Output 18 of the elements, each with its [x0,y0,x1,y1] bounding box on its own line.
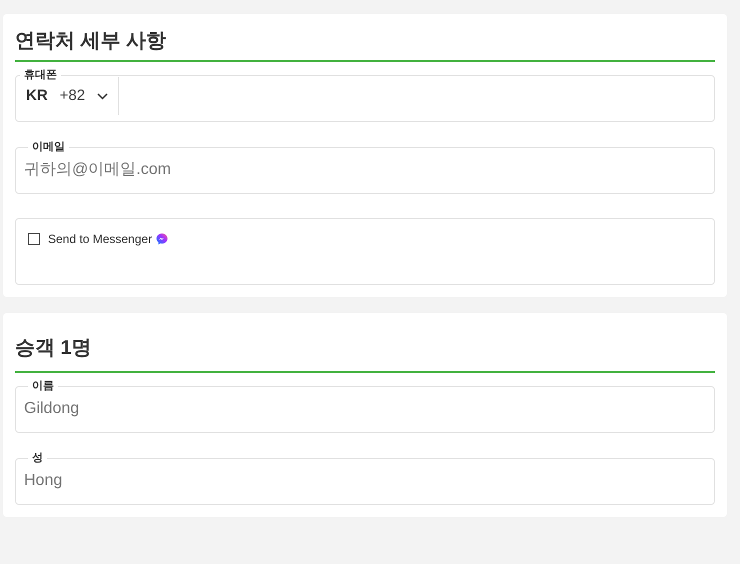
dial-code: +82 [60,86,86,106]
text-input[interactable]: Hong [24,464,706,498]
text-input[interactable]: 귀하의@이메일.com [24,153,706,187]
field-label: 이메일 [31,142,66,153]
field-label: 성 [31,453,44,464]
text-field[interactable]: 성 Hong [15,453,715,505]
phone-field[interactable]: 휴대폰 KR +82 [15,70,715,122]
text-input[interactable]: Gildong [24,392,706,426]
checkbox[interactable] [28,233,40,245]
chevron-down-icon [97,92,108,100]
checkbox-label: Send to Messenger [48,231,152,248]
field-label: 이름 [31,381,55,392]
text-field[interactable]: 이름 Gildong [15,381,715,433]
section-title: 연락처 세부 사항 [15,29,168,54]
country-code: KR [26,86,48,106]
messenger-icon [156,233,168,245]
text-field[interactable]: 이메일 귀하의@이메일.com [15,142,715,194]
section-title: 승객 1명 [15,336,93,361]
